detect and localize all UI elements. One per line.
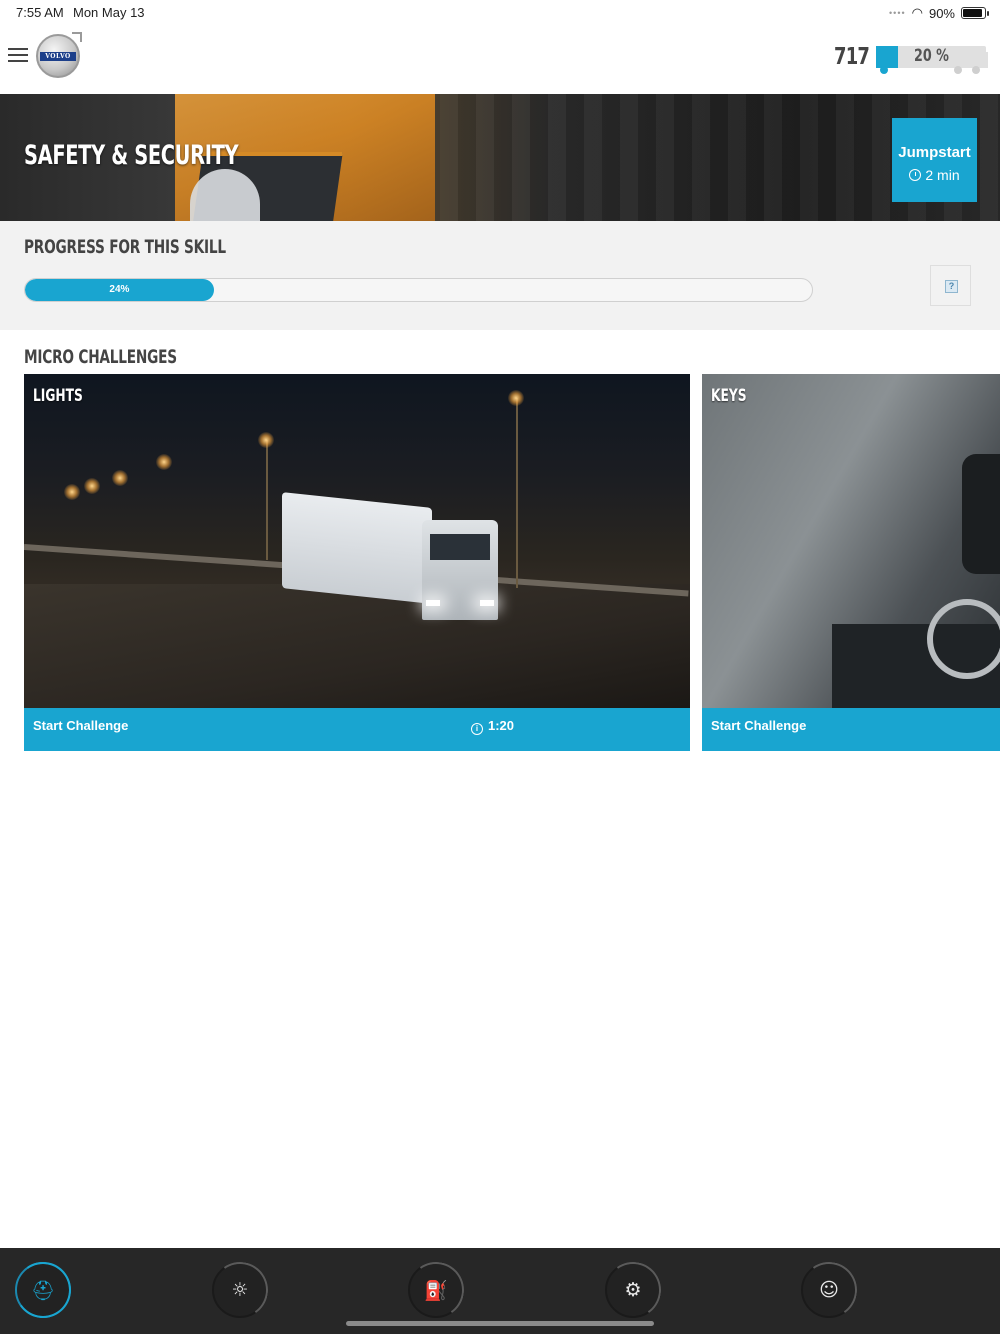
challenge-title: Lights <box>33 386 83 406</box>
street-lamp-pole <box>266 440 268 560</box>
home-indicator[interactable] <box>346 1321 654 1326</box>
challenge-footer[interactable]: Start Challenge i 1:20 <box>24 708 690 751</box>
start-challenge-button[interactable]: Start Challenge <box>711 718 806 733</box>
nav-progress-ring <box>207 1257 273 1323</box>
status-time: 7:55 AM <box>16 5 64 20</box>
app-header: VOLVO 717 20 % <box>0 24 1000 94</box>
volvo-logo[interactable]: VOLVO <box>36 32 82 78</box>
jumpstart-time: 2 min <box>925 167 960 183</box>
truck-wheel-icon <box>954 66 962 74</box>
truck-headlight <box>480 600 494 606</box>
street-lamp-pole <box>516 398 518 588</box>
street-lamp-glow <box>84 478 100 494</box>
status-bar: 7:55 AM Mon May 13 •••• ◠ 90% <box>0 0 1000 24</box>
logo-arrow-icon <box>72 32 82 42</box>
jumpstart-button[interactable]: Jumpstart 2 min <box>892 118 977 202</box>
logo-wordmark: VOLVO <box>40 52 76 61</box>
truck-wheel-icon <box>880 66 888 74</box>
challenge-card-lights[interactable]: Lights Start Challenge i 1:20 <box>24 374 690 751</box>
score-counter: 717 <box>834 44 870 70</box>
truck-progress-fill <box>876 46 898 68</box>
battery-icon <box>961 7 989 19</box>
nav-progress-ring <box>403 1257 469 1323</box>
challenge-footer[interactable]: Start Challenge <box>702 708 1000 751</box>
nav-wellbeing-button[interactable]: ☺ <box>796 1257 862 1323</box>
skill-progress-fill: 24% <box>25 279 214 301</box>
truck-headlight <box>426 600 440 606</box>
nav-tips-button[interactable]: ☼ <box>207 1257 273 1323</box>
lights-challenge-image <box>24 374 690 708</box>
challenge-card-keys[interactable]: Keys Start Challenge <box>702 374 1000 751</box>
battery-percent: 90% <box>928 5 955 21</box>
skill-progress-section: Progress for this skill 24% ? <box>0 221 1000 330</box>
signal-icon: •••• <box>889 8 906 18</box>
start-challenge-button[interactable]: Start Challenge <box>33 718 128 733</box>
nav-progress-ring <box>600 1257 666 1323</box>
truck-trailer-image <box>282 492 432 604</box>
truck-progress: 20 % <box>876 46 988 74</box>
challenge-duration-value: 1:20 <box>488 718 515 733</box>
help-button[interactable]: ? <box>930 265 971 306</box>
nav-safety-button[interactable]: ⛑ <box>10 1257 76 1323</box>
help-icon: ? <box>945 280 958 293</box>
key-ring-image <box>927 599 1000 679</box>
status-date: Mon May 13 <box>73 5 145 20</box>
wifi-icon: ◠ <box>911 5 923 20</box>
keys-challenge-image <box>702 374 1000 708</box>
key-fob-image <box>962 454 1000 574</box>
nav-progress-ring <box>10 1257 76 1323</box>
street-lamp-glow <box>156 454 172 470</box>
hamburger-menu-icon[interactable] <box>8 48 28 62</box>
street-lamp-glow <box>258 432 274 448</box>
street-lamp-glow <box>64 484 80 500</box>
skill-progress-bar: 24% <box>24 278 813 302</box>
road-image <box>24 584 690 708</box>
nav-progress-ring <box>796 1257 862 1323</box>
info-icon: i <box>471 723 483 735</box>
challenge-duration: i 1:20 <box>471 718 514 735</box>
challenge-title: Keys <box>711 386 747 406</box>
nav-maintenance-button[interactable]: ⚙ <box>600 1257 666 1323</box>
progress-heading: Progress for this skill <box>24 236 226 258</box>
clock-icon <box>909 169 922 181</box>
bottom-navigation: ⛑ ☼ ⛽ ⚙ ☺ <box>0 1248 1000 1334</box>
status-indicators: •••• ◠ 90% <box>889 5 989 21</box>
street-lamp-glow <box>508 390 524 406</box>
truck-progress-label: 20 % <box>914 46 949 66</box>
skill-title: Safety & Security <box>24 140 239 171</box>
nav-fuel-button[interactable]: ⛽ <box>403 1257 469 1323</box>
street-lamp-glow <box>112 470 128 486</box>
skill-hero-banner: Safety & Security <box>0 94 1000 221</box>
jumpstart-duration: 2 min <box>892 167 977 183</box>
truck-windscreen <box>430 534 490 560</box>
jumpstart-label: Jumpstart <box>898 144 971 161</box>
micro-challenges-heading: Micro challenges <box>24 346 177 368</box>
truck-wheel-icon <box>972 66 980 74</box>
battery-fill <box>963 9 982 17</box>
truck-cab-image <box>422 520 498 620</box>
